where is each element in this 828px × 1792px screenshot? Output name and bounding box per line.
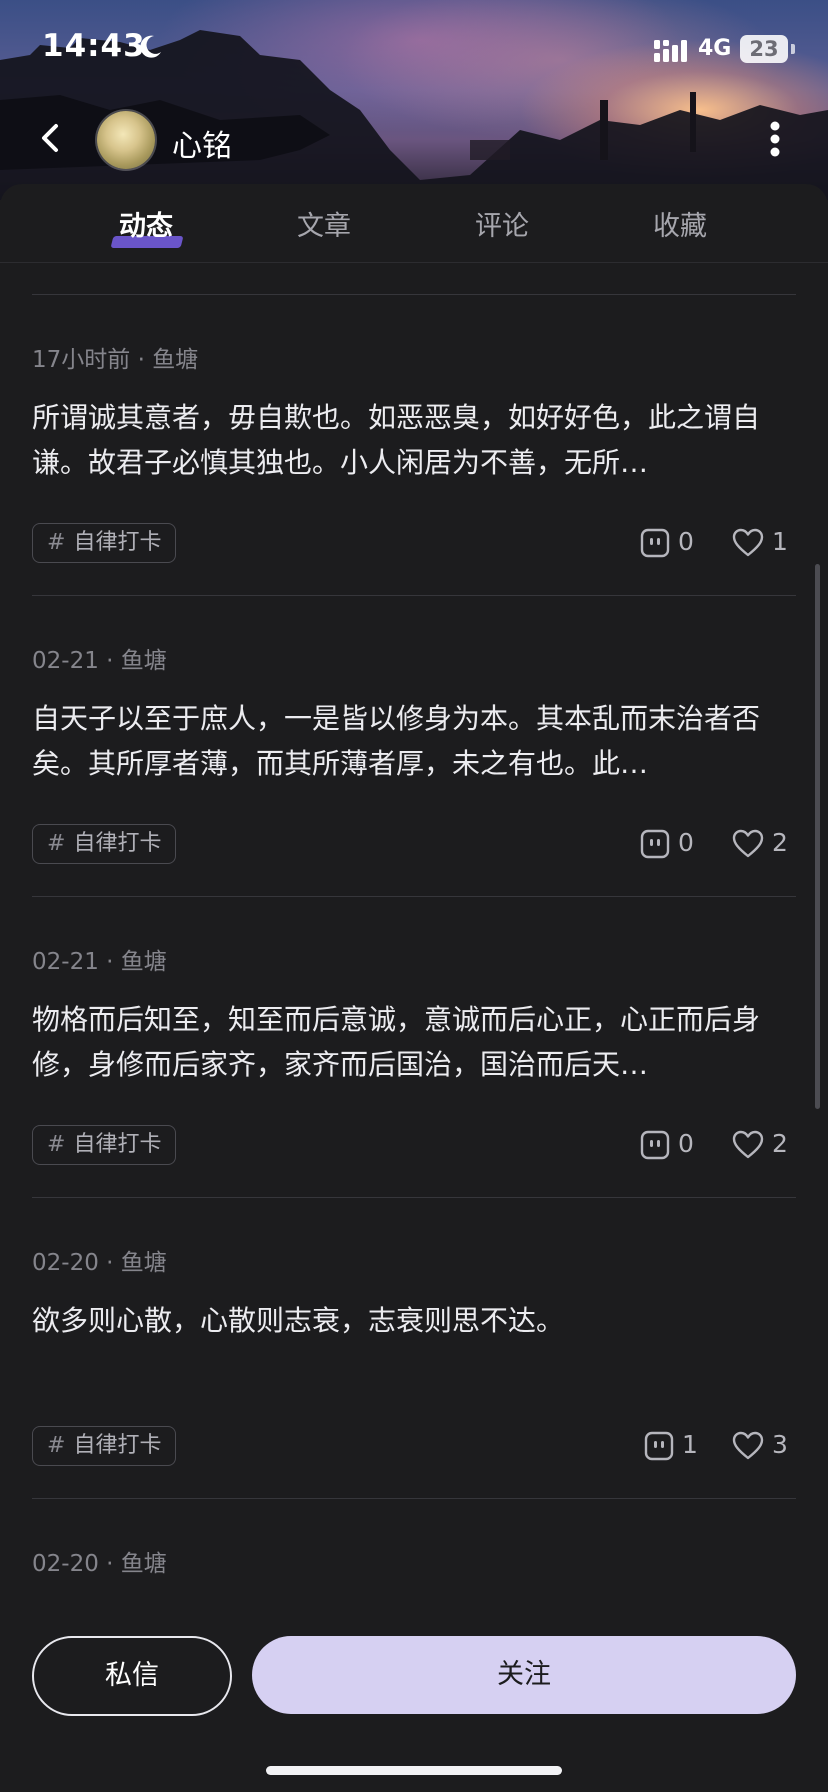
post-meta: 02-21 · 鱼塘 — [32, 648, 167, 674]
tab-bar: 动态 文章 评论 收藏 — [0, 184, 828, 263]
moon-icon — [140, 35, 161, 58]
comment-count[interactable]: 1 — [644, 1428, 698, 1462]
comment-count[interactable]: 0 — [640, 826, 694, 860]
back-icon[interactable] — [34, 120, 70, 156]
comment-count[interactable]: 0 — [640, 525, 694, 559]
post-text[interactable]: 自天子以至于庶人，一是皆以修身为本。其本乱而末治者否矣。其所厚者薄，而其所薄者厚… — [32, 696, 796, 786]
heart-icon — [732, 1130, 764, 1159]
status-time: 14:43 — [42, 28, 146, 64]
tab-favorites[interactable]: 收藏 — [620, 204, 740, 243]
post-meta: 02-21 · 鱼塘 — [32, 949, 167, 975]
comment-icon — [640, 1130, 670, 1160]
bottom-action-bar: 私信 关注 — [0, 1620, 828, 1792]
post-text[interactable]: 物格而后知至，知至而后意诚，意诚而后心正，心正而后身修，身修而后家齐，家齐而后国… — [32, 997, 796, 1087]
comment-count[interactable]: 0 — [640, 1127, 694, 1161]
post-meta: 17小时前 · 鱼塘 — [32, 347, 199, 373]
post-tag[interactable]: # 自律打卡 — [32, 1426, 177, 1466]
tab-articles[interactable]: 文章 — [264, 204, 384, 243]
post-text[interactable]: 欲多则心散，心散则志衰，志衰则思不达。 — [32, 1298, 796, 1343]
divider — [32, 294, 796, 295]
profile-header: 14:43 4G 23 心铭 — [0, 0, 828, 200]
comment-icon — [644, 1431, 674, 1461]
avatar[interactable] — [97, 111, 155, 169]
heart-icon — [732, 1431, 764, 1460]
post-tag[interactable]: # 自律打卡 — [32, 1125, 177, 1165]
post-tag[interactable]: # 自律打卡 — [32, 824, 177, 864]
network-type: 4G — [698, 36, 732, 61]
post-meta: 02-20 · 鱼塘 — [32, 1250, 167, 1276]
divider — [32, 595, 796, 596]
tab-dynamics[interactable]: 动态 — [86, 204, 206, 243]
post-text[interactable]: 所谓诚其意者，毋自欺也。如恶恶臭，如好好色，此之谓自谦。故君子必慎其独也。小人闲… — [32, 395, 796, 485]
battery-tip — [791, 44, 795, 54]
profile-name: 心铭 — [172, 129, 232, 164]
status-bar: 14:43 4G 23 — [0, 0, 828, 100]
signal-icon — [654, 40, 687, 62]
like-count[interactable]: 2 — [732, 1127, 788, 1161]
like-count[interactable]: 1 — [732, 525, 788, 559]
home-indicator — [266, 1766, 562, 1775]
post-tag[interactable]: # 自律打卡 — [32, 523, 177, 563]
divider — [32, 1498, 796, 1499]
comment-icon — [640, 829, 670, 859]
profile-content: 动态 文章 评论 收藏 17小时前 · 鱼塘 所谓诚其意者，毋自欺也。如恶恶臭，… — [0, 184, 828, 1792]
follow-button[interactable]: 关注 — [252, 1636, 796, 1714]
scrollbar[interactable] — [815, 564, 820, 1109]
more-icon[interactable] — [760, 118, 790, 160]
tab-comments[interactable]: 评论 — [442, 204, 562, 243]
heart-icon — [732, 528, 764, 557]
like-count[interactable]: 3 — [732, 1428, 788, 1462]
message-button[interactable]: 私信 — [32, 1636, 232, 1716]
post-meta: 02-20 · 鱼塘 — [32, 1551, 167, 1577]
divider — [32, 1197, 796, 1198]
comment-icon — [640, 528, 670, 558]
heart-icon — [732, 829, 764, 858]
like-count[interactable]: 2 — [732, 826, 788, 860]
battery-level: 23 — [740, 35, 788, 63]
divider — [32, 896, 796, 897]
